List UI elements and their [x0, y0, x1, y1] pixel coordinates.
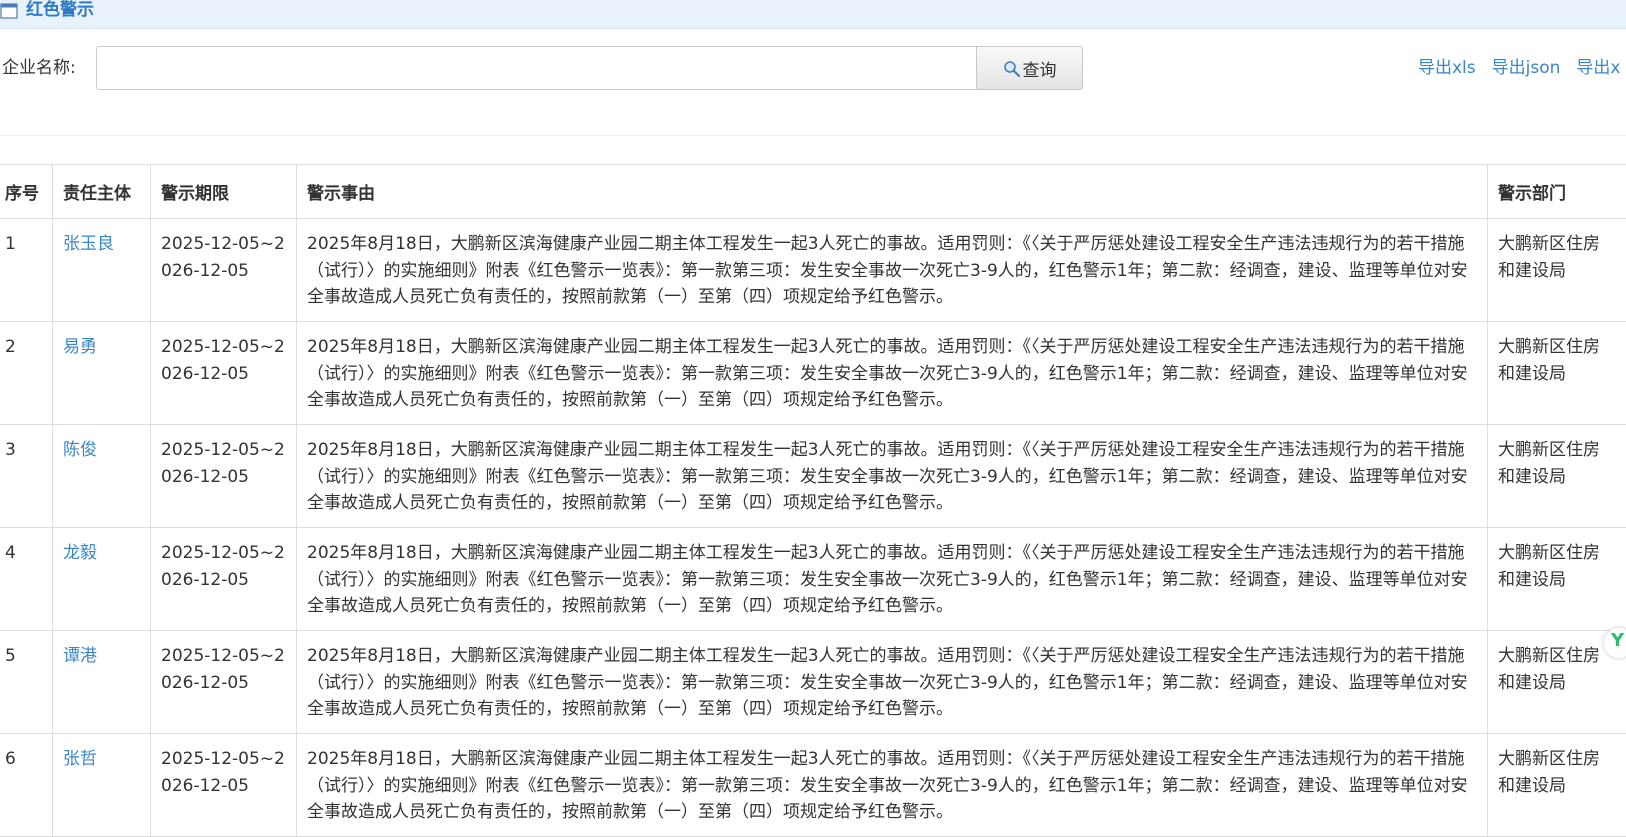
- responsible-subject-cell: 陈俊: [53, 425, 151, 528]
- row-number: 1: [0, 219, 53, 322]
- column-header-period: 警示期限: [151, 165, 297, 219]
- table-row: 6 张哲 2025-12-05~2026-12-05 2025年8月18日，大鹏…: [0, 734, 1626, 837]
- row-number: 3: [0, 425, 53, 528]
- responsible-subject-link[interactable]: 龙毅: [63, 543, 97, 563]
- warning-reason: 2025年8月18日，大鹏新区滨海健康产业园二期主体工程发生一起3人死亡的事故。…: [297, 322, 1488, 425]
- warning-department: 大鹏新区住房和建设局: [1488, 425, 1626, 528]
- company-name-input[interactable]: [96, 46, 989, 90]
- warning-reason: 2025年8月18日，大鹏新区滨海健康产业园二期主体工程发生一起3人死亡的事故。…: [297, 631, 1488, 734]
- export-json-link[interactable]: 导出json: [1492, 58, 1561, 78]
- responsible-subject-cell: 龙毅: [53, 528, 151, 631]
- warning-reason: 2025年8月18日，大鹏新区滨海健康产业园二期主体工程发生一起3人死亡的事故。…: [297, 528, 1488, 631]
- warning-reason: 2025年8月18日，大鹏新区滨海健康产业园二期主体工程发生一起3人死亡的事故。…: [297, 219, 1488, 322]
- warning-department: 大鹏新区住房和建设局: [1488, 528, 1626, 631]
- responsible-subject-link[interactable]: 易勇: [63, 337, 97, 357]
- warning-department: 大鹏新区住房和建设局: [1488, 322, 1626, 425]
- row-number: 2: [0, 322, 53, 425]
- warning-period: 2025-12-05~2026-12-05: [151, 734, 297, 837]
- search-button[interactable]: 查询: [976, 46, 1083, 90]
- column-header-no: 序号: [0, 165, 53, 219]
- divider: [0, 135, 1626, 136]
- floating-app-icon[interactable]: Y: [1604, 628, 1626, 658]
- page-title: 红色警示: [26, 0, 94, 20]
- badge-glyph: Y: [1611, 630, 1624, 651]
- red-warning-table: 序号 责任主体 警示期限 警示事由 警示部门 1 张玉良 2025-12-05~…: [0, 164, 1626, 837]
- company-name-label: 企业名称:: [2, 46, 76, 90]
- table-row: 5 谭港 2025-12-05~2026-12-05 2025年8月18日，大鹏…: [0, 631, 1626, 734]
- warning-period: 2025-12-05~2026-12-05: [151, 425, 297, 528]
- row-number: 4: [0, 528, 53, 631]
- row-number: 6: [0, 734, 53, 837]
- warning-period: 2025-12-05~2026-12-05: [151, 322, 297, 425]
- table-row: 3 陈俊 2025-12-05~2026-12-05 2025年8月18日，大鹏…: [0, 425, 1626, 528]
- magnifier-icon: [1003, 60, 1021, 78]
- responsible-subject-cell: 谭港: [53, 631, 151, 734]
- column-header-reason: 警示事由: [297, 165, 1488, 219]
- responsible-subject-link[interactable]: 谭港: [63, 646, 97, 666]
- warning-period: 2025-12-05~2026-12-05: [151, 219, 297, 322]
- table-row: 2 易勇 2025-12-05~2026-12-05 2025年8月18日，大鹏…: [0, 322, 1626, 425]
- responsible-subject-cell: 张玉良: [53, 219, 151, 322]
- export-links: 导出xls 导出json 导出x: [1418, 46, 1626, 90]
- responsible-subject-link[interactable]: 张玉良: [63, 234, 114, 254]
- table-row: 1 张玉良 2025-12-05~2026-12-05 2025年8月18日，大…: [0, 219, 1626, 322]
- warning-period: 2025-12-05~2026-12-05: [151, 528, 297, 631]
- table-header-row: 序号 责任主体 警示期限 警示事由 警示部门: [0, 165, 1626, 219]
- table-row: 4 龙毅 2025-12-05~2026-12-05 2025年8月18日，大鹏…: [0, 528, 1626, 631]
- panel-header: 红色警示: [0, 0, 1626, 29]
- export-xls-link[interactable]: 导出xls: [1418, 58, 1476, 78]
- responsible-subject-cell: 张哲: [53, 734, 151, 837]
- responsible-subject-cell: 易勇: [53, 322, 151, 425]
- search-button-label: 查询: [1023, 56, 1057, 81]
- export-other-link[interactable]: 导出x: [1576, 58, 1620, 78]
- warning-reason: 2025年8月18日，大鹏新区滨海健康产业园二期主体工程发生一起3人死亡的事故。…: [297, 425, 1488, 528]
- warning-department: 大鹏新区住房和建设局: [1488, 219, 1626, 322]
- warning-period: 2025-12-05~2026-12-05: [151, 631, 297, 734]
- column-header-dept: 警示部门: [1488, 165, 1626, 219]
- window-icon: [0, 3, 18, 19]
- column-header-subject: 责任主体: [53, 165, 151, 219]
- row-number: 5: [0, 631, 53, 734]
- warning-department: 大鹏新区住房和建设局: [1488, 734, 1626, 837]
- responsible-subject-link[interactable]: 陈俊: [63, 440, 97, 460]
- responsible-subject-link[interactable]: 张哲: [63, 749, 97, 769]
- warning-reason: 2025年8月18日，大鹏新区滨海健康产业园二期主体工程发生一起3人死亡的事故。…: [297, 734, 1488, 837]
